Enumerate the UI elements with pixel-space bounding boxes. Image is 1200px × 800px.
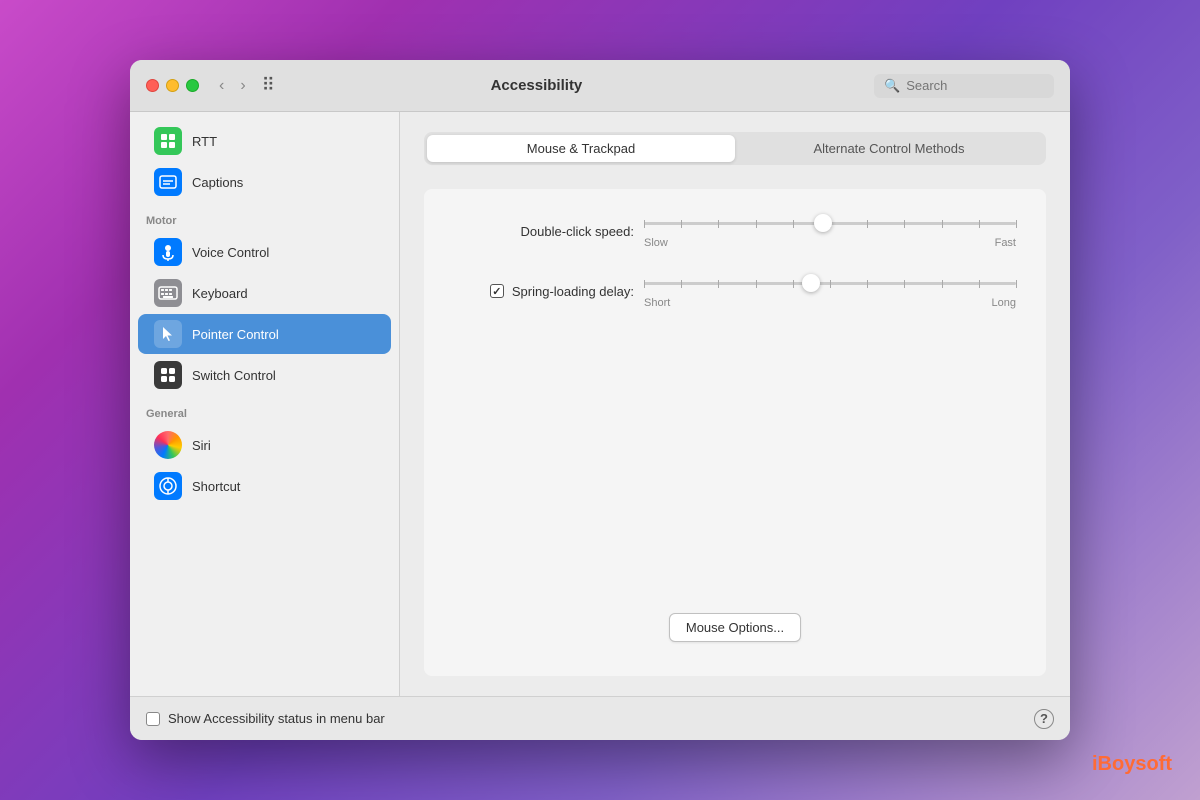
maximize-button[interactable] [186, 79, 199, 92]
captions-icon [154, 168, 182, 196]
tab-mouse-trackpad[interactable]: Mouse & Trackpad [427, 135, 735, 162]
mouse-options-button[interactable]: Mouse Options... [669, 613, 801, 642]
double-click-slow-label: Slow [644, 237, 668, 249]
sidebar-item-siri[interactable]: Siri [138, 425, 391, 465]
motor-section-label: Motor [130, 203, 399, 231]
voice-control-icon [154, 238, 182, 266]
spring-loading-slider-track [644, 273, 1016, 293]
sidebar-item-label: Siri [192, 438, 211, 453]
sidebar-item-rtt[interactable]: RTT [138, 121, 391, 161]
spring-loading-checkbox-row: ✓ Spring-loading delay: [454, 284, 634, 299]
tab-bar: Mouse & Trackpad Alternate Control Metho… [424, 132, 1046, 165]
title-bar: ‹ › ⠿ Accessibility 🔍 [130, 60, 1070, 112]
double-click-label-row: Double-click speed: [454, 213, 1016, 249]
double-click-label: Double-click speed: [454, 224, 634, 239]
sidebar-item-label: Keyboard [192, 286, 248, 301]
sidebar-item-shortcut[interactable]: Shortcut [138, 466, 391, 506]
sidebar-item-label: Voice Control [192, 245, 269, 260]
double-click-row: Double-click speed: [454, 213, 1016, 249]
shortcut-icon [154, 472, 182, 500]
spring-loading-slider-container: Short Long [644, 273, 1016, 309]
footer: Show Accessibility status in menu bar ? [130, 696, 1070, 740]
spring-loading-row: ✓ Spring-loading delay: [454, 273, 1016, 309]
spring-loading-tick-container [644, 282, 1016, 285]
double-click-slider-container: Slow Fast [644, 213, 1016, 249]
search-icon: 🔍 [884, 78, 900, 94]
sidebar-item-label: Switch Control [192, 368, 276, 383]
general-section-label: General [130, 396, 399, 424]
footer-checkbox[interactable] [146, 712, 160, 726]
double-click-tick-container [644, 222, 1016, 225]
sidebar-item-label: Captions [192, 175, 243, 190]
sidebar-item-label: Shortcut [192, 479, 240, 494]
help-button[interactable]: ? [1034, 709, 1054, 729]
main-content: RTT Captions Motor [130, 112, 1070, 696]
rtt-icon [154, 127, 182, 155]
spring-loading-label-row: ✓ Spring-loading delay: [454, 273, 1016, 309]
spring-loading-long-label: Long [992, 297, 1016, 309]
spring-loading-slider-labels: Short Long [644, 297, 1016, 309]
checkmark-icon: ✓ [492, 285, 501, 298]
siri-icon [154, 431, 182, 459]
spring-loading-short-label: Short [644, 297, 670, 309]
search-input[interactable] [906, 78, 1046, 93]
watermark-rest: Boysoft [1098, 753, 1172, 775]
double-click-slider-thumb[interactable] [814, 214, 832, 232]
double-click-slider-track [644, 213, 1016, 233]
double-click-fast-label: Fast [995, 237, 1016, 249]
switch-control-icon [154, 361, 182, 389]
mouse-options-container: Mouse Options... [454, 613, 1016, 652]
traffic-lights [146, 79, 199, 92]
right-panel: Mouse & Trackpad Alternate Control Metho… [400, 112, 1070, 696]
main-window: ‹ › ⠿ Accessibility 🔍 RTT [130, 60, 1070, 740]
sidebar-item-label: RTT [192, 134, 217, 149]
panel-content: Double-click speed: [424, 189, 1046, 676]
double-click-slider-labels: Slow Fast [644, 237, 1016, 249]
footer-label: Show Accessibility status in menu bar [168, 711, 1026, 726]
sidebar-item-voice-control[interactable]: Voice Control [138, 232, 391, 272]
sidebar-item-pointer-control[interactable]: Pointer Control [138, 314, 391, 354]
spring-loading-checkbox[interactable]: ✓ [490, 284, 504, 298]
spring-loading-label: Spring-loading delay: [512, 284, 634, 299]
sidebar: RTT Captions Motor [130, 112, 400, 696]
sidebar-item-captions[interactable]: Captions [138, 162, 391, 202]
window-title: Accessibility [207, 77, 866, 94]
sidebar-item-switch-control[interactable]: Switch Control [138, 355, 391, 395]
tab-alternate-control[interactable]: Alternate Control Methods [735, 135, 1043, 162]
watermark: iBoysoft [1092, 753, 1172, 776]
pointer-control-icon [154, 320, 182, 348]
keyboard-icon [154, 279, 182, 307]
close-button[interactable] [146, 79, 159, 92]
search-bar: 🔍 [874, 74, 1054, 98]
sidebar-item-label: Pointer Control [192, 327, 279, 342]
spring-loading-slider-thumb[interactable] [802, 274, 820, 292]
minimize-button[interactable] [166, 79, 179, 92]
sidebar-item-keyboard[interactable]: Keyboard [138, 273, 391, 313]
